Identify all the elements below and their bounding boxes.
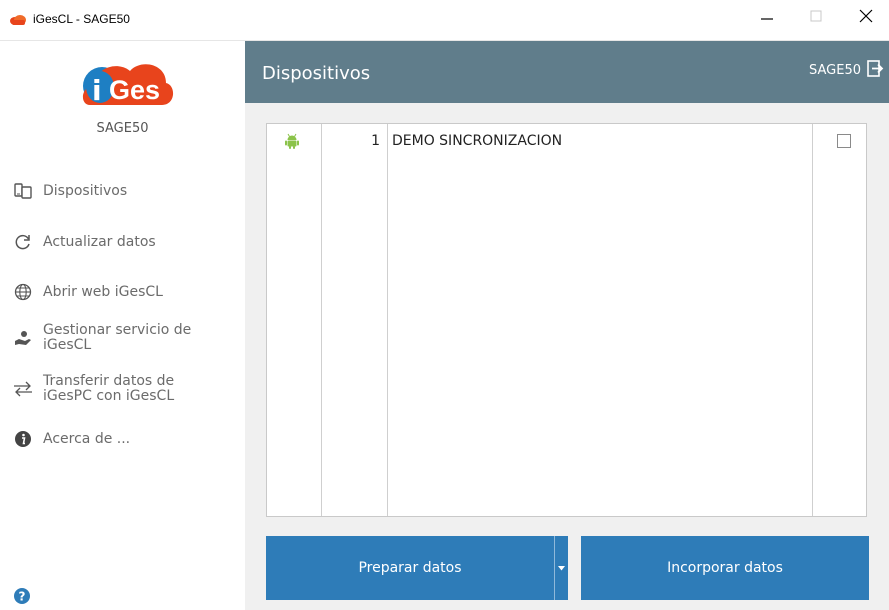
minimize-icon: [761, 18, 773, 20]
prepare-data-button[interactable]: Preparar datos: [266, 536, 554, 600]
android-icon: [285, 133, 299, 149]
svg-text:i: i: [92, 74, 102, 107]
sidebar-item-label: Acerca de ...: [43, 430, 131, 447]
service-hand-icon: [13, 329, 33, 347]
sidebar-item-dispositivos[interactable]: Dispositivos: [13, 183, 238, 199]
table-row[interactable]: 1 DEMO SINCRONIZACION: [267, 124, 866, 157]
page-header: Dispositivos SAGE50: [245, 41, 889, 103]
incorporate-data-label: Incorporar datos: [667, 560, 783, 576]
device-name: DEMO SINCRONIZACION: [392, 133, 563, 149]
refresh-icon: [13, 233, 33, 251]
sidebar-item-label: Actualizar datos: [43, 233, 156, 250]
sidebar-item-label: Dispositivos: [43, 182, 128, 199]
sidebar-item-gestionar-servicio[interactable]: Gestionar servicio de iGesCL: [13, 323, 238, 353]
sidebar-item-acerca-de[interactable]: Acerca de ...: [13, 430, 238, 448]
caret-down-icon: [558, 565, 565, 570]
sidebar-item-label: Abrir web iGesCL: [43, 283, 163, 300]
sidebar-item-actualizar-datos[interactable]: Actualizar datos: [13, 233, 238, 251]
minimize-button[interactable]: [744, 0, 790, 32]
device-number: 1: [371, 133, 380, 149]
help-icon[interactable]: ?: [13, 587, 31, 605]
title-bar: iGesCL - SAGE50: [0, 0, 889, 41]
devices-icon: [13, 183, 33, 199]
close-button[interactable]: [843, 0, 889, 32]
user-label: SAGE50: [809, 63, 861, 78]
transfer-arrows-icon: [13, 380, 33, 398]
sidebar-item-transferir-datos[interactable]: Transferir datos de iGesPC con iGesCL: [13, 374, 238, 404]
incorporate-data-button[interactable]: Incorporar datos: [581, 536, 869, 600]
column-divider: [812, 124, 813, 516]
maximize-button[interactable]: [793, 0, 839, 32]
svg-text:Ges: Ges: [109, 75, 160, 105]
info-icon: [13, 430, 33, 448]
profile-name: SAGE50: [96, 121, 149, 136]
iges-cloud-logo-icon: [10, 15, 26, 25]
svg-text:?: ?: [19, 590, 26, 604]
globe-icon: [13, 283, 33, 301]
sidebar-item-label: Transferir datos de iGesPC con iGesCL: [43, 373, 175, 404]
sidebar-item-label: Gestionar servicio de iGesCL: [43, 322, 192, 353]
sidebar-item-abrir-web[interactable]: Abrir web iGesCL: [13, 283, 238, 301]
devices-grid[interactable]: 1 DEMO SINCRONIZACION: [266, 123, 867, 517]
sidebar: i iGes Ges SAGE50 Dispositivos Actualiza…: [0, 41, 245, 610]
prepare-data-label: Preparar datos: [358, 560, 462, 576]
window-title: iGesCL - SAGE50: [33, 12, 130, 26]
logout-icon[interactable]: [867, 60, 884, 77]
page-title: Dispositivos: [262, 63, 371, 84]
column-divider: [321, 124, 322, 516]
iges-logo: i iGes Ges: [82, 64, 174, 107]
close-icon: [859, 9, 873, 23]
column-divider: [387, 124, 388, 516]
prepare-data-dropdown-button[interactable]: [554, 536, 568, 600]
main-content: 1 DEMO SINCRONIZACION Preparar datos Inc…: [245, 103, 889, 610]
maximize-icon: [810, 10, 822, 22]
device-checkbox[interactable]: [837, 134, 851, 148]
